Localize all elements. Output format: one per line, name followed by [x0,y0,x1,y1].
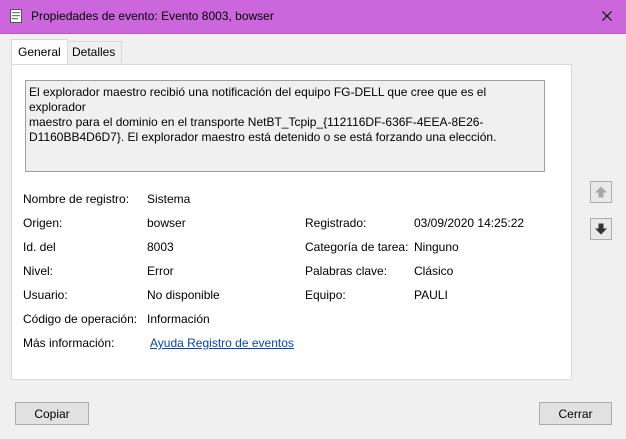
user-label: Usuario: [23,288,68,302]
logged-value: 03/09/2020 14:25:22 [414,216,525,230]
event-id-value: 8003 [147,240,174,254]
level-value: Error [147,264,174,278]
previous-event-button[interactable] [590,181,612,203]
log-name-label: Nombre de registro: [23,192,130,206]
source-value: bowser [147,216,186,230]
more-info-link[interactable]: Ayuda Registro de eventos [150,336,294,350]
more-info-label: Más información: [23,336,115,350]
tab-general[interactable]: General [11,39,68,64]
opcode-label: Código de operación: [23,312,138,326]
computer-label: Equipo: [305,288,346,302]
keywords-label: Palabras clave: [305,264,388,278]
task-category-label: Categoría de tarea: [305,240,409,254]
event-description[interactable]: El explorador maestro recibió una notifi… [25,80,545,172]
close-button[interactable]: Cerrar [539,402,612,425]
keywords-value: Clásico [414,264,454,278]
task-category-value: Ninguno [414,240,459,254]
computer-value: PAULI [414,288,448,302]
user-value: No disponible [147,288,220,302]
event-id-label: Id. del [23,240,56,254]
event-properties-icon [9,9,23,23]
close-icon[interactable] [596,5,618,27]
title-bar: Propiedades de evento: Evento 8003, bows… [0,0,626,34]
window-title: Propiedades de evento: Evento 8003, bows… [31,9,274,23]
source-label: Origen: [23,216,63,230]
log-name-value: Sistema [147,192,191,206]
level-label: Nivel: [23,264,54,278]
opcode-value: Información [147,312,210,326]
logged-label: Registrado: [305,216,367,230]
copy-button[interactable]: Copiar [15,402,89,425]
tab-details[interactable]: Detalles [65,41,123,63]
next-event-button[interactable] [590,218,612,240]
